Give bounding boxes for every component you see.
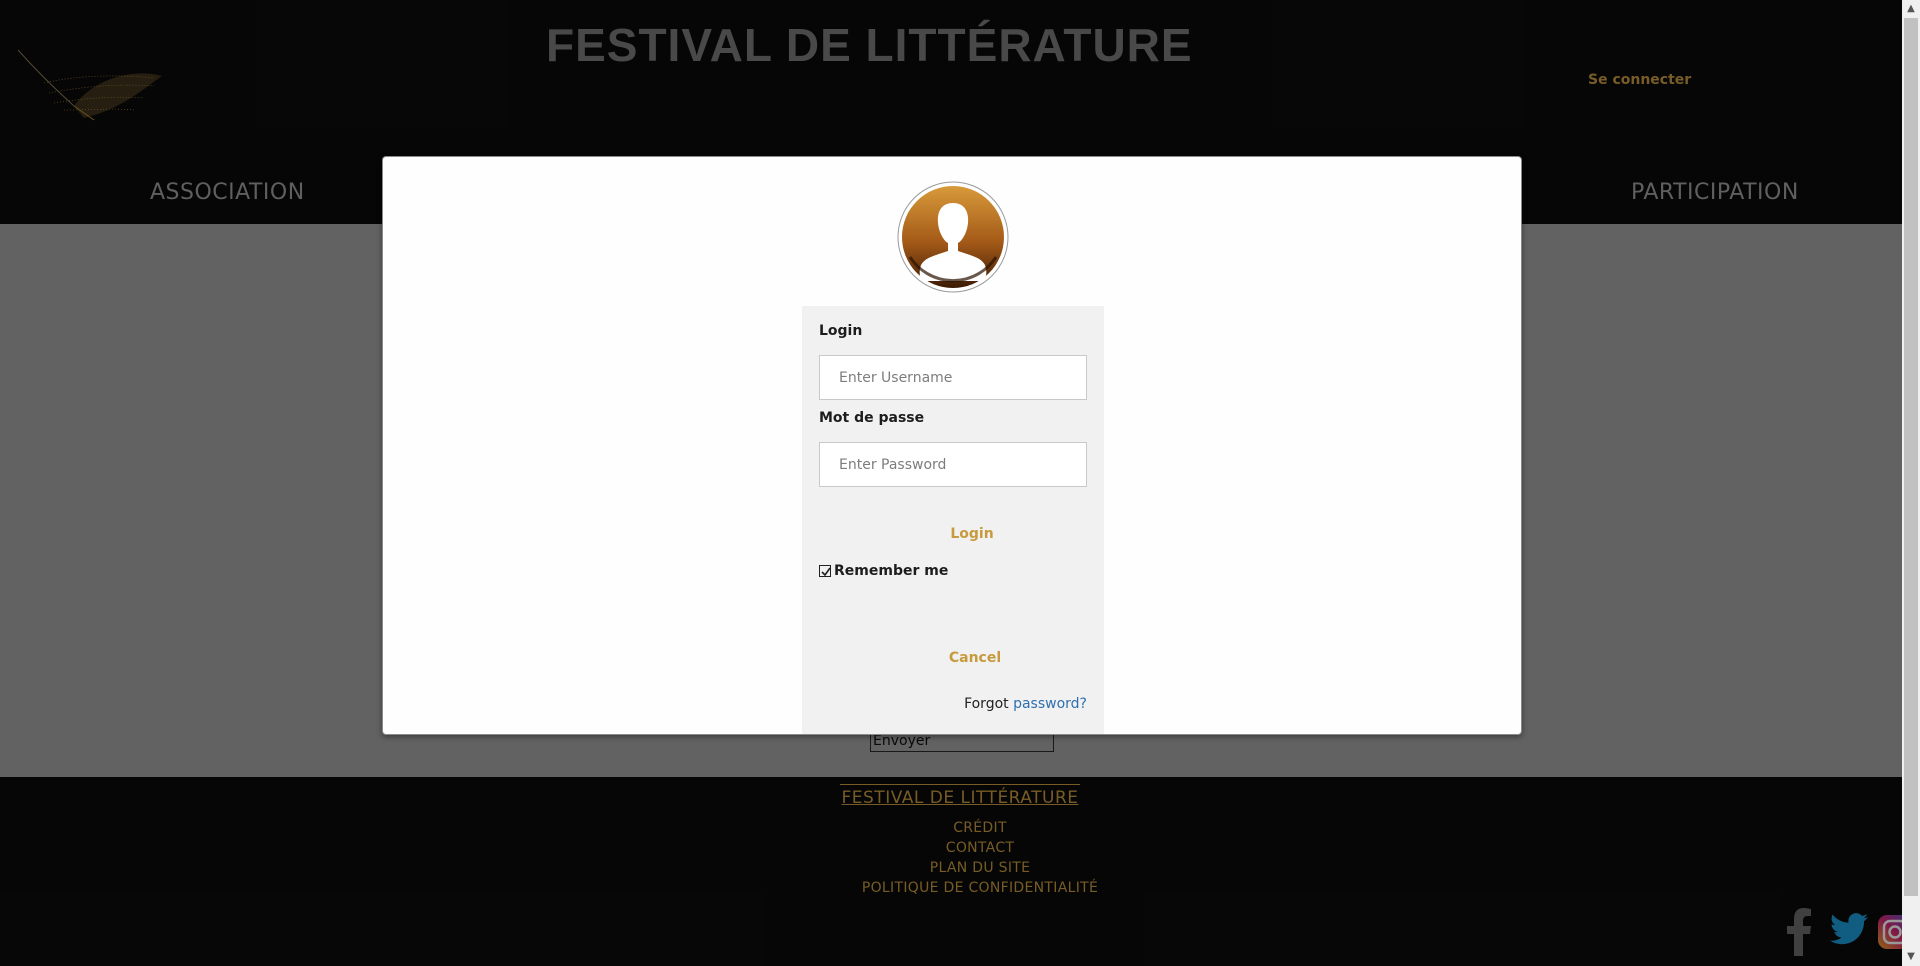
forgot-password-link[interactable]: password? xyxy=(1013,696,1087,712)
password-label: Mot de passe xyxy=(819,410,925,426)
login-modal: Login Mot de passe Login Remember me Can… xyxy=(382,156,1522,735)
remember-label: Remember me xyxy=(834,563,949,579)
login-button[interactable]: Login xyxy=(935,524,1009,544)
vertical-scrollbar[interactable]: ▲ ▼ xyxy=(1902,0,1920,966)
username-label: Login xyxy=(819,323,863,339)
forgot-password: Forgot password? xyxy=(964,696,1087,712)
scroll-up-icon[interactable]: ▲ xyxy=(1902,0,1920,18)
page: FESTIVAL DE LITTÉRATURE Se connecter ASS… xyxy=(0,0,1902,966)
forgot-prefix: Forgot xyxy=(964,696,1009,712)
login-form: Login Mot de passe Login Remember me Can… xyxy=(802,306,1104,734)
username-input[interactable] xyxy=(819,355,1087,400)
scroll-down-icon[interactable]: ▼ xyxy=(1902,948,1920,966)
remember-checkbox[interactable] xyxy=(819,565,831,577)
remember-me[interactable]: Remember me xyxy=(819,563,948,579)
cancel-button[interactable]: Cancel xyxy=(935,648,1015,668)
scroll-thumb[interactable] xyxy=(1904,18,1918,896)
password-input[interactable] xyxy=(819,442,1087,487)
user-avatar-icon xyxy=(897,181,1009,293)
